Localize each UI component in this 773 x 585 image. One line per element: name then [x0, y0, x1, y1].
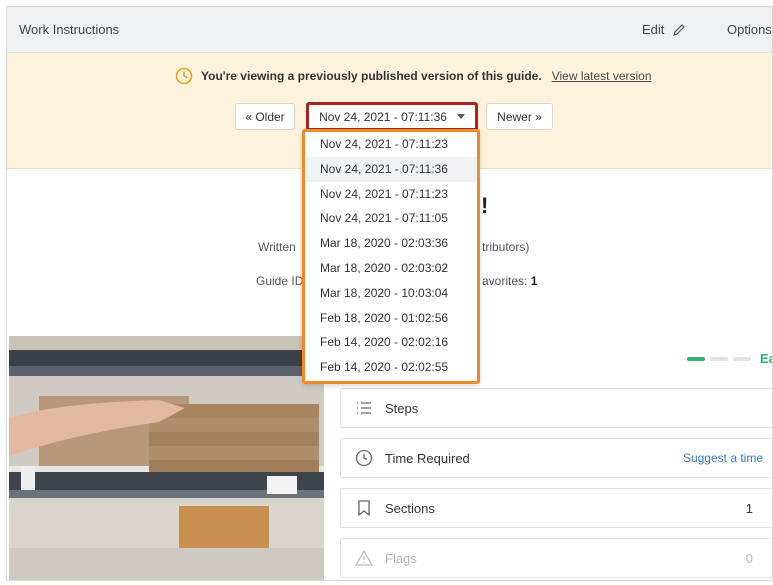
- written-by-fragment: Written: [258, 240, 296, 254]
- older-label: « Older: [245, 109, 285, 124]
- difficulty-indicator: Ea: [687, 351, 772, 366]
- version-option[interactable]: Nov 24, 2021 - 07:11:23: [305, 132, 477, 157]
- sections-label: Sections: [385, 500, 435, 516]
- guide-title-fragment: !: [481, 193, 489, 218]
- difficulty-bar: [687, 356, 705, 361]
- version-message-text: You're viewing a previously published ve…: [201, 69, 542, 83]
- version-option[interactable]: Nov 24, 2021 - 07:11:23: [305, 182, 477, 207]
- version-option[interactable]: Nov 24, 2021 - 07:11:05: [305, 206, 477, 231]
- difficulty-bar: [733, 356, 751, 361]
- list-icon: [355, 399, 373, 417]
- options-menu[interactable]: Options: [727, 22, 772, 37]
- guide-id-fragment: Guide ID: [256, 274, 304, 288]
- version-select[interactable]: Nov 24, 2021 - 07:11:36: [306, 102, 478, 131]
- warning-icon: [355, 549, 373, 567]
- version-option[interactable]: Mar 18, 2020 - 02:03:02: [305, 256, 477, 281]
- top-bar: Work Instructions Edit Options: [7, 7, 772, 53]
- bookmark-icon: [355, 499, 373, 517]
- flags-label: Flags: [385, 550, 417, 566]
- chevron-down-icon: [456, 114, 465, 119]
- version-option[interactable]: Feb 18, 2020 - 01:02:56: [305, 306, 477, 331]
- version-message: You're viewing a previously published ve…: [175, 67, 652, 85]
- sections-count: 1: [745, 500, 753, 516]
- page-title: Work Instructions: [19, 22, 120, 37]
- version-dropdown[interactable]: Nov 24, 2021 - 07:11:23 Nov 24, 2021 - 07…: [302, 129, 480, 384]
- flags-row: Flags 0: [340, 538, 772, 578]
- newer-button[interactable]: Newer »: [486, 103, 553, 130]
- contributors-fragment: tributors): [482, 240, 530, 254]
- difficulty-label: Ea: [760, 351, 772, 366]
- clock-icon: [355, 449, 373, 467]
- app-frame: Work Instructions Edit Options You're vi…: [6, 6, 773, 581]
- older-button[interactable]: « Older: [235, 103, 295, 130]
- version-option[interactable]: Mar 18, 2020 - 10:03:04: [305, 281, 477, 306]
- favorites-label: avorites:: [482, 274, 531, 288]
- time-required-row: Time Required Suggest a time: [340, 438, 772, 478]
- edit-label: Edit: [642, 22, 665, 37]
- clock-icon: [175, 67, 193, 85]
- version-option[interactable]: Mar 18, 2020 - 02:03:36: [305, 231, 477, 256]
- version-option[interactable]: Feb 14, 2020 - 02:02:16: [305, 330, 477, 355]
- view-latest-link[interactable]: View latest version: [552, 69, 652, 83]
- steps-row[interactable]: Steps: [340, 388, 772, 428]
- steps-label: Steps: [385, 400, 419, 416]
- version-option[interactable]: Feb 14, 2020 - 02:02:55: [305, 355, 477, 380]
- time-required-label: Time Required: [385, 450, 470, 466]
- newer-label: Newer »: [497, 109, 542, 124]
- flags-count: 0: [745, 550, 753, 566]
- suggest-time-link[interactable]: Suggest a time: [683, 451, 763, 465]
- favorites-count: avorites: 1: [482, 274, 537, 288]
- pencil-icon: [673, 23, 686, 36]
- difficulty-bar: [710, 356, 728, 361]
- favorites-value: 1: [530, 274, 538, 288]
- sections-row: Sections 1: [340, 488, 772, 528]
- version-option[interactable]: Nov 24, 2021 - 07:11:36: [305, 156, 477, 182]
- edit-button[interactable]: Edit: [642, 22, 686, 37]
- version-select-value: Nov 24, 2021 - 07:11:36: [319, 109, 447, 124]
- guide-hero-image: [9, 336, 324, 580]
